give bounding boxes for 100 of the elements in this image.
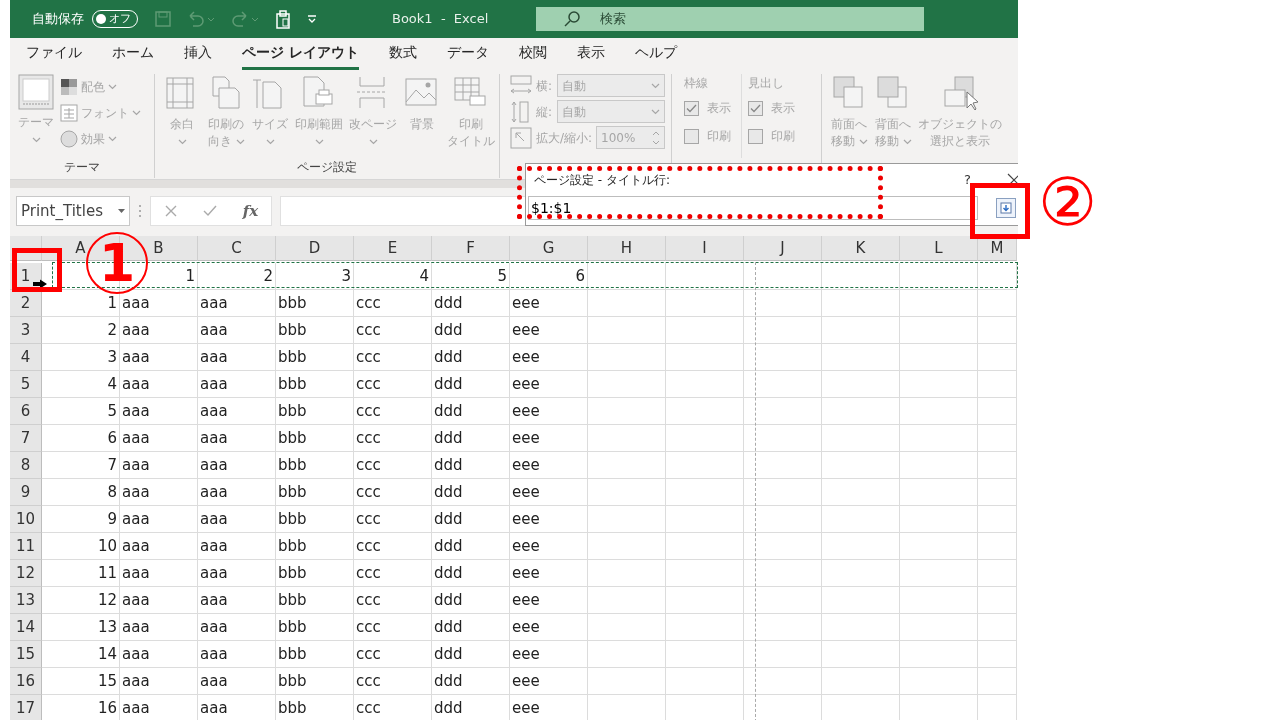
table-cell[interactable]: ddd: [432, 587, 510, 614]
table-cell[interactable]: ccc: [354, 425, 432, 452]
row-header[interactable]: 7: [10, 425, 42, 452]
table-cell[interactable]: aaa: [120, 425, 198, 452]
table-cell[interactable]: 6: [42, 425, 120, 452]
table-cell[interactable]: ddd: [432, 344, 510, 371]
table-cell[interactable]: ddd: [432, 290, 510, 317]
table-cell[interactable]: 11: [42, 560, 120, 587]
table-cell[interactable]: 6: [510, 263, 588, 290]
table-cell[interactable]: eee: [510, 398, 588, 425]
column-header[interactable]: D: [276, 236, 354, 261]
table-cell[interactable]: aaa: [120, 641, 198, 668]
table-cell[interactable]: bbb: [276, 641, 354, 668]
table-cell[interactable]: eee: [510, 587, 588, 614]
table-cell[interactable]: aaa: [120, 317, 198, 344]
table-cell[interactable]: eee: [510, 668, 588, 695]
table-cell[interactable]: ddd: [432, 560, 510, 587]
table-cell[interactable]: 9: [42, 506, 120, 533]
table-cell[interactable]: ddd: [432, 398, 510, 425]
table-cell[interactable]: 13: [42, 614, 120, 641]
table-cell[interactable]: aaa: [198, 506, 276, 533]
table-cell[interactable]: aaa: [198, 587, 276, 614]
row-header[interactable]: 17: [10, 695, 42, 720]
help-button[interactable]: ?: [964, 170, 971, 190]
table-cell[interactable]: aaa: [120, 371, 198, 398]
table-cell[interactable]: bbb: [276, 344, 354, 371]
table-cell[interactable]: ccc: [354, 533, 432, 560]
row-header[interactable]: 2: [10, 290, 42, 317]
table-cell[interactable]: ccc: [354, 290, 432, 317]
ribbon-tab[interactable]: ファイル: [26, 36, 82, 70]
ribbon-tab[interactable]: ヘルプ: [634, 36, 677, 70]
table-cell[interactable]: aaa: [120, 344, 198, 371]
table-cell[interactable]: bbb: [276, 560, 354, 587]
table-cell[interactable]: bbb: [276, 290, 354, 317]
table-cell[interactable]: bbb: [276, 317, 354, 344]
table-cell[interactable]: bbb: [276, 398, 354, 425]
table-cell[interactable]: 1: [42, 290, 120, 317]
table-cell[interactable]: aaa: [198, 614, 276, 641]
row-header[interactable]: 8: [10, 452, 42, 479]
table-cell[interactable]: ccc: [354, 560, 432, 587]
table-cell[interactable]: aaa: [198, 371, 276, 398]
column-header[interactable]: C: [198, 236, 276, 261]
table-cell[interactable]: eee: [510, 506, 588, 533]
row-header[interactable]: 16: [10, 668, 42, 695]
row-header[interactable]: 15: [10, 641, 42, 668]
table-cell[interactable]: ddd: [432, 317, 510, 344]
table-cell[interactable]: aaa: [120, 290, 198, 317]
table-cell[interactable]: ccc: [354, 317, 432, 344]
table-cell[interactable]: ccc: [354, 506, 432, 533]
table-cell[interactable]: 16: [42, 695, 120, 720]
table-cell[interactable]: 2: [198, 263, 276, 290]
table-cell[interactable]: ddd: [432, 641, 510, 668]
row-header[interactable]: 6: [10, 398, 42, 425]
table-cell[interactable]: ddd: [432, 425, 510, 452]
table-cell[interactable]: bbb: [276, 587, 354, 614]
table-cell[interactable]: aaa: [198, 290, 276, 317]
table-cell[interactable]: aaa: [198, 317, 276, 344]
table-cell[interactable]: aaa: [120, 479, 198, 506]
table-cell[interactable]: aaa: [120, 452, 198, 479]
column-header[interactable]: K: [822, 236, 900, 261]
table-cell[interactable]: aaa: [120, 587, 198, 614]
table-cell[interactable]: ddd: [432, 668, 510, 695]
table-cell[interactable]: aaa: [198, 398, 276, 425]
table-cell[interactable]: ccc: [354, 695, 432, 720]
table-cell[interactable]: 5: [432, 263, 510, 290]
table-cell[interactable]: aaa: [120, 533, 198, 560]
column-header[interactable]: E: [354, 236, 432, 261]
table-cell[interactable]: aaa: [198, 560, 276, 587]
table-cell[interactable]: aaa: [198, 641, 276, 668]
table-cell[interactable]: ccc: [354, 371, 432, 398]
row-header[interactable]: 14: [10, 614, 42, 641]
table-cell[interactable]: bbb: [276, 452, 354, 479]
column-header[interactable]: L: [900, 236, 978, 261]
table-cell[interactable]: 2: [42, 317, 120, 344]
table-cell[interactable]: 7: [42, 452, 120, 479]
table-cell[interactable]: eee: [510, 641, 588, 668]
table-cell[interactable]: ddd: [432, 614, 510, 641]
table-cell[interactable]: 8: [42, 479, 120, 506]
table-cell[interactable]: 10: [42, 533, 120, 560]
table-cell[interactable]: bbb: [276, 371, 354, 398]
table-cell[interactable]: 5: [42, 398, 120, 425]
table-cell[interactable]: eee: [510, 695, 588, 720]
table-cell[interactable]: eee: [510, 425, 588, 452]
column-header[interactable]: I: [666, 236, 744, 261]
row-header[interactable]: 9: [10, 479, 42, 506]
table-cell[interactable]: eee: [510, 344, 588, 371]
table-cell[interactable]: bbb: [276, 506, 354, 533]
ribbon-tab[interactable]: ホーム: [112, 36, 154, 70]
table-cell[interactable]: 4: [42, 371, 120, 398]
table-cell[interactable]: ccc: [354, 587, 432, 614]
ribbon-tab[interactable]: ページ レイアウト: [242, 36, 359, 70]
table-cell[interactable]: ddd: [432, 479, 510, 506]
table-cell[interactable]: ccc: [354, 452, 432, 479]
table-cell[interactable]: 3: [42, 344, 120, 371]
table-cell[interactable]: aaa: [120, 695, 198, 720]
table-cell[interactable]: 3: [276, 263, 354, 290]
row-header[interactable]: 4: [10, 344, 42, 371]
row-header[interactable]: 13: [10, 587, 42, 614]
column-header[interactable]: G: [510, 236, 588, 261]
table-cell[interactable]: aaa: [198, 479, 276, 506]
